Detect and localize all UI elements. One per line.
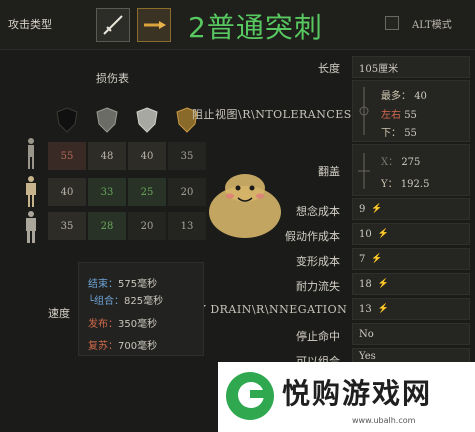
stamina-bolt-icon: ⚡ [371,254,383,264]
stamina-drain-value: 18 ⚡ [352,273,470,295]
reach-lr: 左右 55 [381,110,417,121]
stamina-bolt-icon: ⚡ [377,229,389,239]
damage-cell: 20 [128,212,166,240]
damage-cell: 35 [48,212,86,240]
cover-panel: X： 275 Y： 192.5 [352,144,470,196]
speed-line-release: 发布：350毫秒 [88,319,158,330]
miss-cost-value: 9 ⚡ [352,198,470,220]
spear-icon [144,21,166,29]
site-url: www.ubalh.com [352,416,416,425]
body-heavy-icon [26,211,36,243]
feint-cost-label: 假动作成本 [285,230,340,243]
damage-cell: 28 [88,212,126,240]
damage-cell: 40 [48,178,86,206]
cover-x: X： 275 [381,157,421,168]
damage-cell: 48 [88,142,126,170]
gray-shield-icon [96,107,118,133]
attack-type-label: 攻击类型 [8,18,52,31]
reach-panel: 最多： 40 左右 55 下： 55 [352,80,470,142]
speed-line-recovery: 复苏：700毫秒 [88,341,158,352]
damage-table-title: 损伤表 [96,72,129,85]
damage-cell: 55 [48,142,86,170]
speed-line-end: 结束：575毫秒 [88,279,158,290]
damage-cell: 33 [88,178,126,206]
stamina-bolt-icon: ⚡ [371,204,383,214]
damage-cell: 25 [128,178,166,206]
stamina-drain-label: 耐力流失 [296,280,340,293]
miss-cost-label: 想念成本 [296,205,340,218]
length-label: 长度 [318,62,340,75]
stamina-bolt-icon: ⚡ [377,279,389,289]
stop-hit-value: No [352,323,470,345]
cover-y: Y： 192.5 [381,179,430,190]
alt-mode-label: ALT模式 [412,20,452,31]
reach-arrows-icon [359,87,369,135]
morph-cost-value: 7 ⚡ [352,248,470,270]
sword-weapon-button[interactable] [96,8,130,42]
black-shield-icon [56,107,78,133]
body-armored-icon [26,176,36,207]
attack-title: 2普通突刺 [188,11,323,44]
length-value: 105厘米 [352,56,470,78]
site-logo-cut [250,390,266,398]
spear-weapon-button[interactable] [137,8,171,42]
tolerances-overlay: 阻止视图\R\NTOLERANCES [192,108,352,121]
alt-mode-checkbox[interactable] [385,16,399,30]
feint-cost-value: 10 ⚡ [352,223,470,245]
stop-hit-label: 停止命中 [296,330,340,343]
damage-cell: 35 [168,142,206,170]
sword-icon [103,15,123,35]
reach-max: 最多： 40 [381,91,427,102]
stamina-bolt-icon: ⚡ [377,304,389,314]
morph-cost-label: 变形成本 [296,255,340,268]
body-front-icon [28,138,34,169]
speed-label: 速度 [48,307,70,320]
damage-grid: 55 48 40 35 40 33 25 20 35 28 20 13 [48,140,208,242]
cover-arrows-icon [358,153,370,189]
cover-label: 翻盖 [318,165,340,178]
damage-cell: 40 [128,142,166,170]
silver-shield-icon [136,107,158,133]
speed-line-combo: └组合：825毫秒 [88,296,164,307]
parry-drain-value: 13 ⚡ [352,298,470,320]
site-brand: 悦购游戏网 [282,377,433,410]
reach-down: 下： 55 [381,128,417,139]
